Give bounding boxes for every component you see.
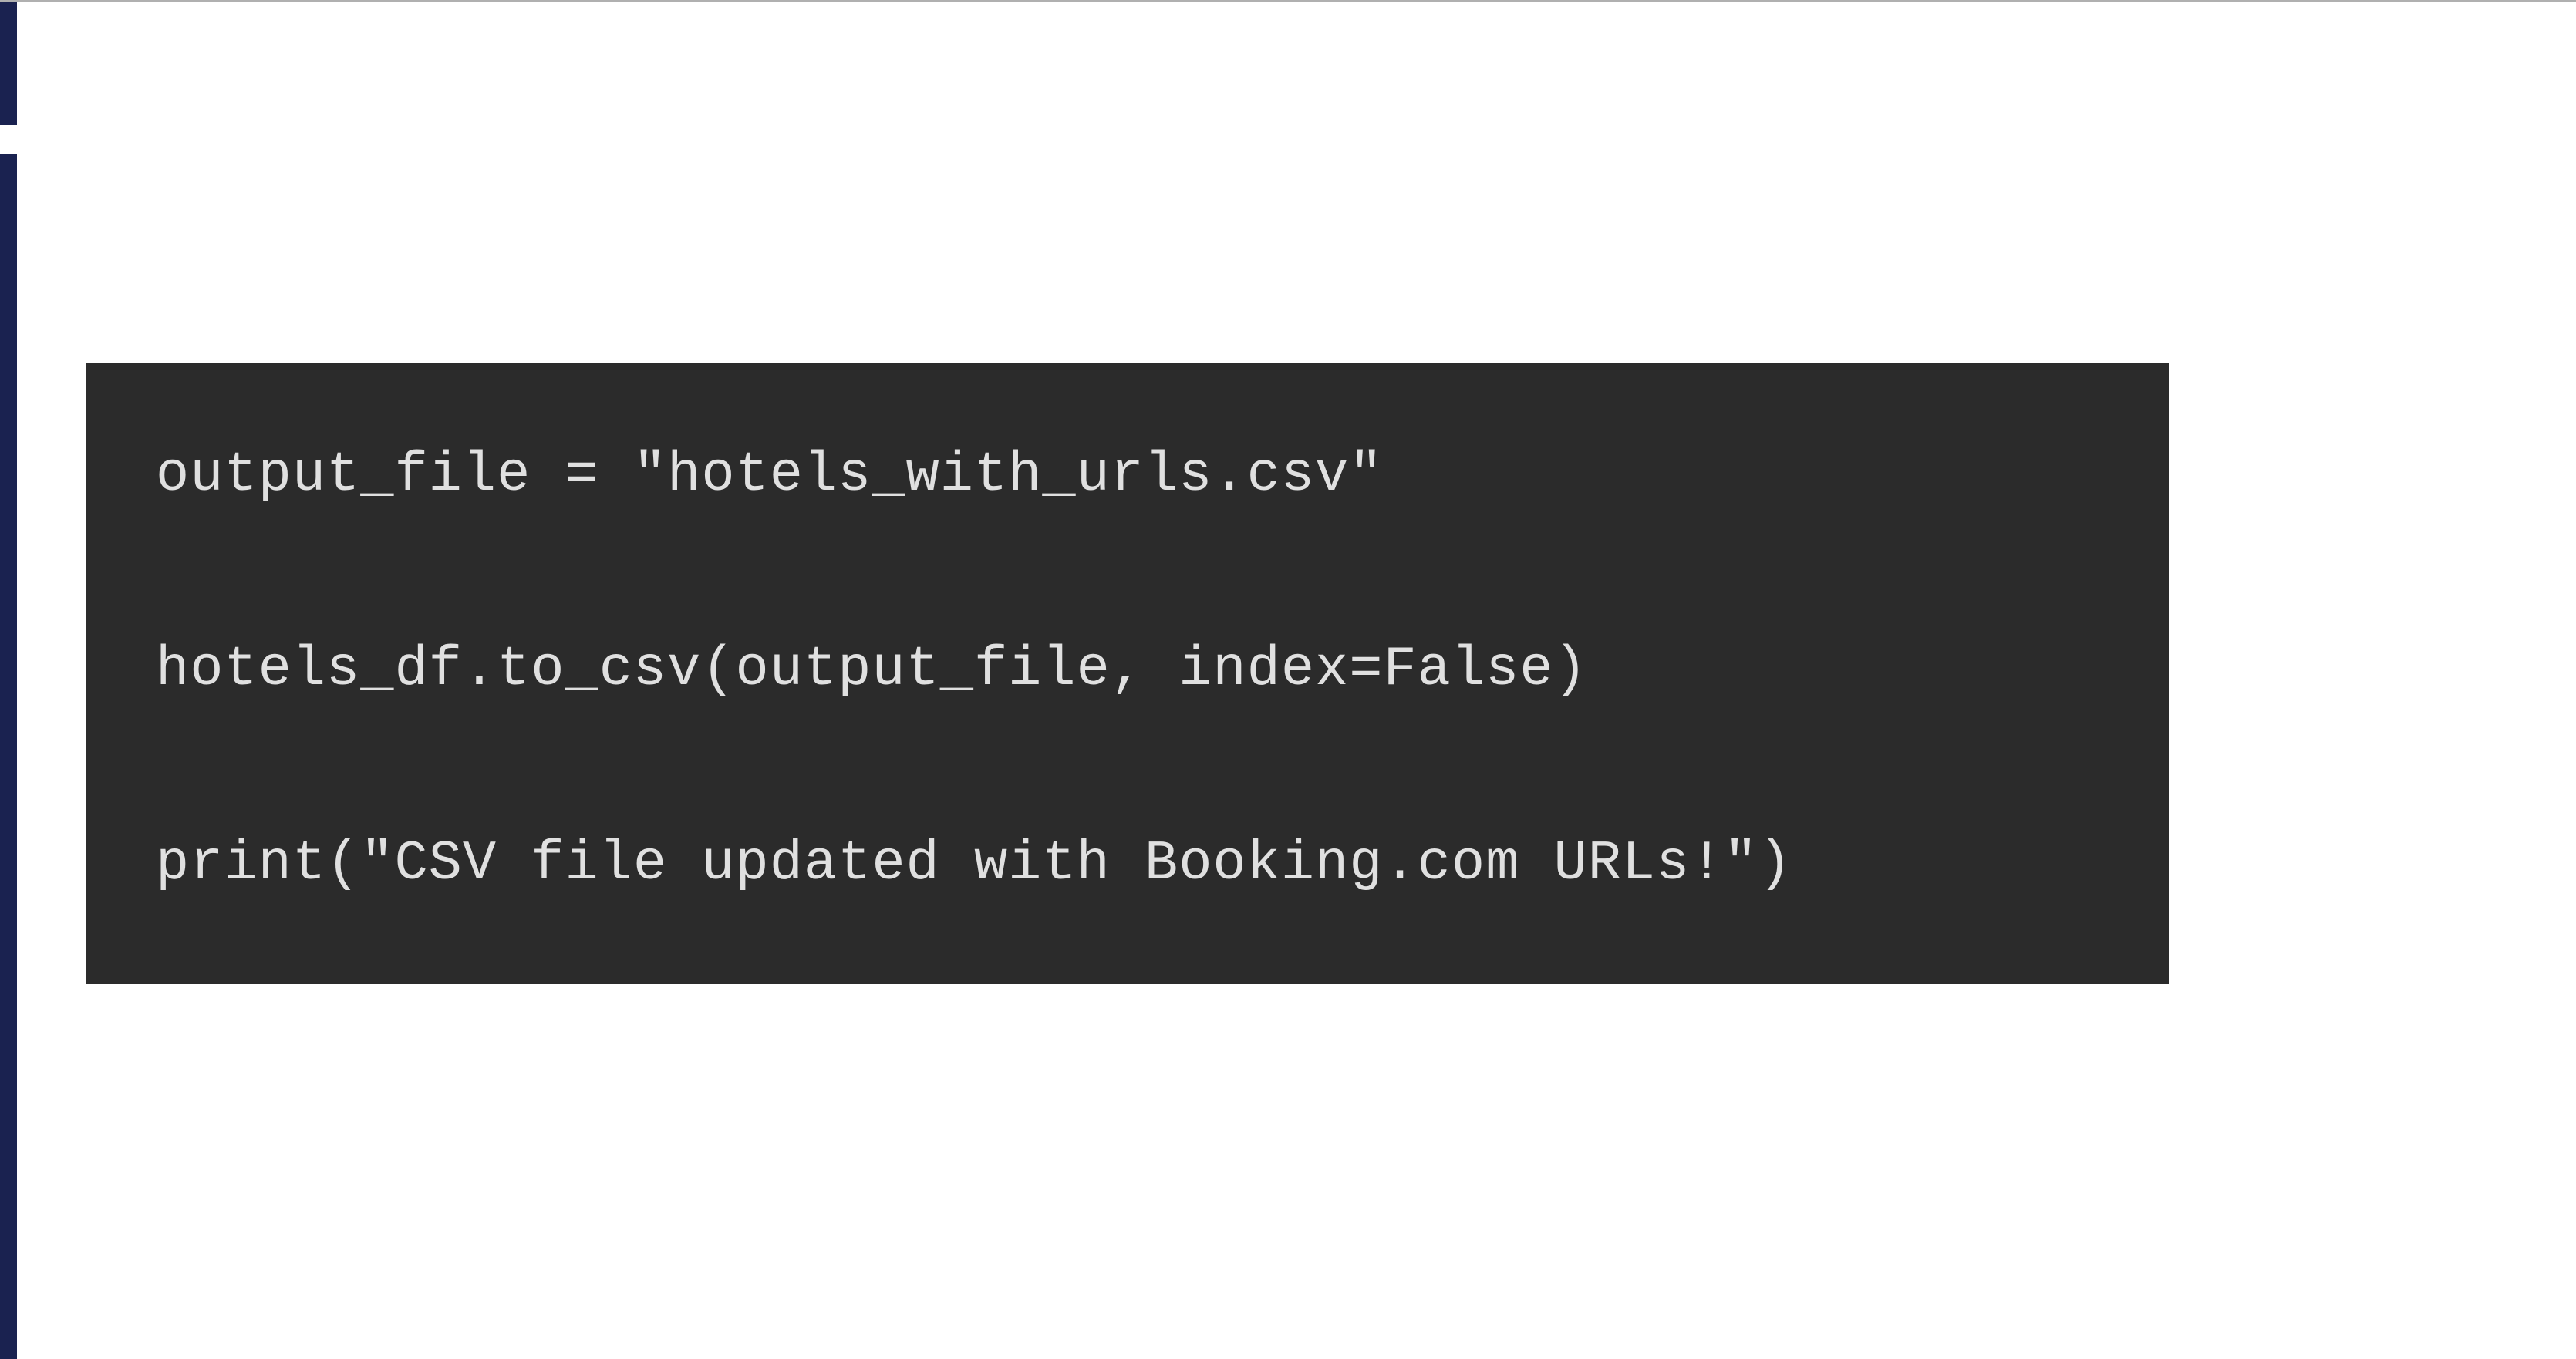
document-left-marker-top [0,2,17,125]
code-line-3: print("CSV file updated with Booking.com… [156,836,2099,892]
code-block: output_file = "hotels_with_urls.csv" hot… [86,363,2169,984]
document-top-border [0,0,2576,2]
code-line-2: hotels_df.to_csv(output_file, index=Fals… [156,642,2099,697]
document-left-marker-main [0,154,17,1359]
code-line-1: output_file = "hotels_with_urls.csv" [156,447,2099,503]
